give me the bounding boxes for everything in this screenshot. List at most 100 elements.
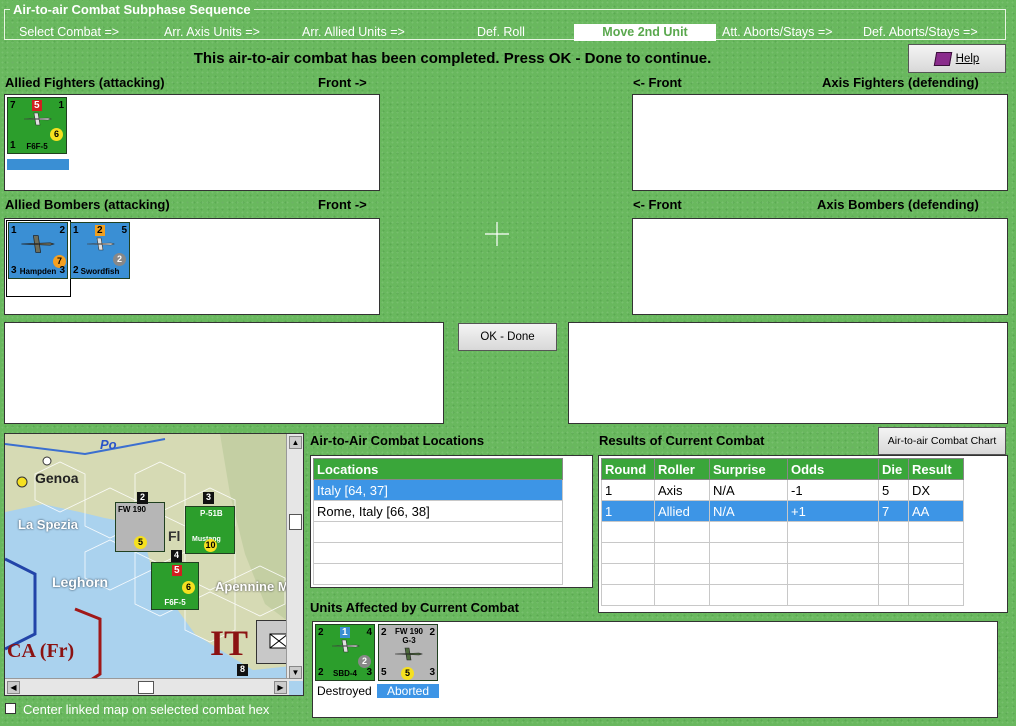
results-row-empty <box>601 563 964 585</box>
results-row[interactable]: 1 Allied N/A +1 7 AA <box>601 500 964 522</box>
axis-fighters-label: Axis Fighters (defending) <box>822 75 979 90</box>
map-horizontal-scrollbar[interactable]: ◀ ▶ <box>5 678 289 695</box>
unit-name: FW 190 G-3 <box>394 627 423 645</box>
unit-status-destroyed: Destroyed <box>317 684 372 698</box>
results-panel: Round Roller Surprise Odds Die Result 1 … <box>598 455 1008 613</box>
unit-name: Hampden <box>19 267 57 276</box>
axis-bombers-panel[interactable] <box>632 218 1008 315</box>
axis-fighters-panel[interactable] <box>632 94 1008 191</box>
location-row-empty <box>313 542 563 564</box>
combat-locations-table: Locations Italy [64, 37] Rome, Italy [66… <box>313 458 563 585</box>
ok-done-button[interactable]: OK - Done <box>458 323 557 351</box>
air-to-air-combat-chart-button[interactable]: Air-to-air Combat Chart <box>878 427 1006 455</box>
allied-fighters-panel[interactable]: 7 5 1 6 1 F6F-5 <box>4 94 380 191</box>
counter-value: 5 <box>121 225 127 236</box>
allied-fighters-label: Allied Fighters (attacking) <box>5 75 165 90</box>
map-unit-fw190[interactable]: FW 190 5 <box>115 502 165 552</box>
units-affected-title: Units Affected by Current Combat <box>310 600 519 615</box>
map-label-leghorn: Leghorn <box>52 574 108 590</box>
map-unit-name: P-51B <box>200 509 223 518</box>
results-cell: Allied <box>654 500 710 522</box>
step-def-aborts-stays: Def. Aborts/Stays => <box>863 25 978 39</box>
results-cell: Axis <box>654 479 710 501</box>
unit-counter-sbd-4[interactable]: 2 1 4 2 2 3 SBD-4 <box>315 624 375 681</box>
map-horizontal-scroll-thumb[interactable] <box>138 681 154 694</box>
scroll-up-arrow-icon[interactable]: ▲ <box>289 436 302 449</box>
results-cell: DX <box>908 479 964 501</box>
results-cell: 7 <box>878 500 909 522</box>
map-vertical-scroll-thumb[interactable] <box>289 514 302 530</box>
map-unit-p51b[interactable]: P-51B Mustang 10 <box>185 506 235 554</box>
results-row-empty <box>601 542 964 564</box>
step-arr-allied-units: Arr. Allied Units => <box>302 25 405 39</box>
counter-circle-value: 2 <box>113 253 126 266</box>
aircraft-icon <box>331 639 360 653</box>
help-button-label: Help <box>955 52 980 65</box>
allied-bombers-front-label: Front -> <box>318 197 367 212</box>
results-cell: N/A <box>709 479 788 501</box>
unit-name: SBD-4 <box>332 669 357 678</box>
allied-fighters-front-label: Front -> <box>318 75 367 90</box>
subphase-sequence-title: Air-to-air Combat Subphase Sequence <box>10 2 254 17</box>
unit-counter-f6f-5[interactable]: 7 5 1 6 1 F6F-5 <box>7 97 67 154</box>
unit-counter-fw190-g3[interactable]: 2 FW 190 G-3 2 5 5 3 <box>378 624 438 681</box>
map-unit-f6f5[interactable]: 5 6 F6F-5 <box>151 562 199 610</box>
attacker-message-box <box>4 322 444 424</box>
results-cell: 1 <box>601 500 655 522</box>
map-stack-count: 8 <box>237 664 248 676</box>
aircraft-icon <box>394 647 423 661</box>
map-label-apennine: Apennine M <box>215 579 289 594</box>
map-vertical-scrollbar[interactable]: ▲ ▼ <box>286 434 303 681</box>
status-message: This air-to-air combat has been complete… <box>193 50 712 67</box>
results-cell: -1 <box>787 479 879 501</box>
help-button[interactable]: Help <box>908 44 1006 73</box>
map-stack-count: 2 <box>137 492 148 504</box>
counter-value: 5 <box>381 667 387 678</box>
crosshair-cursor-icon <box>485 222 509 246</box>
map-label-po: Po <box>100 437 117 452</box>
counter-value: 7 <box>10 100 16 111</box>
scroll-down-arrow-icon[interactable]: ▼ <box>289 666 302 679</box>
map-unit-name: FW 190 <box>118 505 147 514</box>
map-unit-ground[interactable] <box>256 620 290 664</box>
map-unit-value: 5 <box>134 536 147 549</box>
counter-value: 2 <box>381 627 387 638</box>
counter-value: 1 <box>11 225 17 236</box>
axis-bombers-front-label: <- Front <box>633 197 682 212</box>
results-title: Results of Current Combat <box>599 433 765 448</box>
step-select-combat: Select Combat => <box>19 25 120 39</box>
help-book-icon <box>933 51 952 66</box>
map-label-la-spezia: La Spezia <box>18 517 78 532</box>
map-unit-value: 6 <box>182 581 195 594</box>
results-col-result: Result <box>908 458 964 480</box>
allied-bombers-label: Allied Bombers (attacking) <box>5 197 170 212</box>
results-col-surprise: Surprise <box>709 458 788 480</box>
counter-value: 2 <box>59 225 65 236</box>
center-map-checkbox[interactable] <box>5 703 16 714</box>
step-move-2nd-unit-active: Move 2nd Unit <box>574 24 716 41</box>
combat-locations-title: Air-to-Air Combat Locations <box>310 433 485 448</box>
results-cell: N/A <box>709 500 788 522</box>
unit-counter-swordfish[interactable]: 1 2 5 2 2 Swordfish <box>70 222 130 279</box>
axis-fighters-front-label: <- Front <box>633 75 682 90</box>
counter-circle-value: 6 <box>50 128 63 141</box>
location-row-empty <box>313 521 563 543</box>
location-row[interactable]: Italy [64, 37] <box>313 479 563 501</box>
counter-value: 4 <box>366 627 372 638</box>
aircraft-icon <box>23 112 52 126</box>
map-stack-count: 4 <box>171 550 182 562</box>
map-label-genoa: Genoa <box>35 470 79 486</box>
unit-counter-hampden[interactable]: 1 2 7 3 3 Hampden <box>8 222 68 279</box>
linked-map[interactable]: Po Genoa La Spezia Leghorn Apennine M Fl… <box>4 433 304 696</box>
scroll-right-arrow-icon[interactable]: ▶ <box>274 681 287 694</box>
scroll-left-arrow-icon[interactable]: ◀ <box>7 681 20 694</box>
allied-bombers-panel[interactable]: 1 2 7 3 3 Hampden 1 2 5 2 2 Swordfish <box>4 218 380 315</box>
results-row[interactable]: 1 Axis N/A -1 5 DX <box>601 479 964 501</box>
counter-value: 2 <box>318 627 324 638</box>
location-row[interactable]: Rome, Italy [66, 38] <box>313 500 563 522</box>
results-row-empty <box>601 584 964 606</box>
results-col-roller: Roller <box>654 458 710 480</box>
combat-locations-list[interactable]: Locations Italy [64, 37] Rome, Italy [66… <box>310 455 593 588</box>
locations-column-header: Locations <box>313 458 563 480</box>
selected-unit-highlight <box>7 159 69 170</box>
